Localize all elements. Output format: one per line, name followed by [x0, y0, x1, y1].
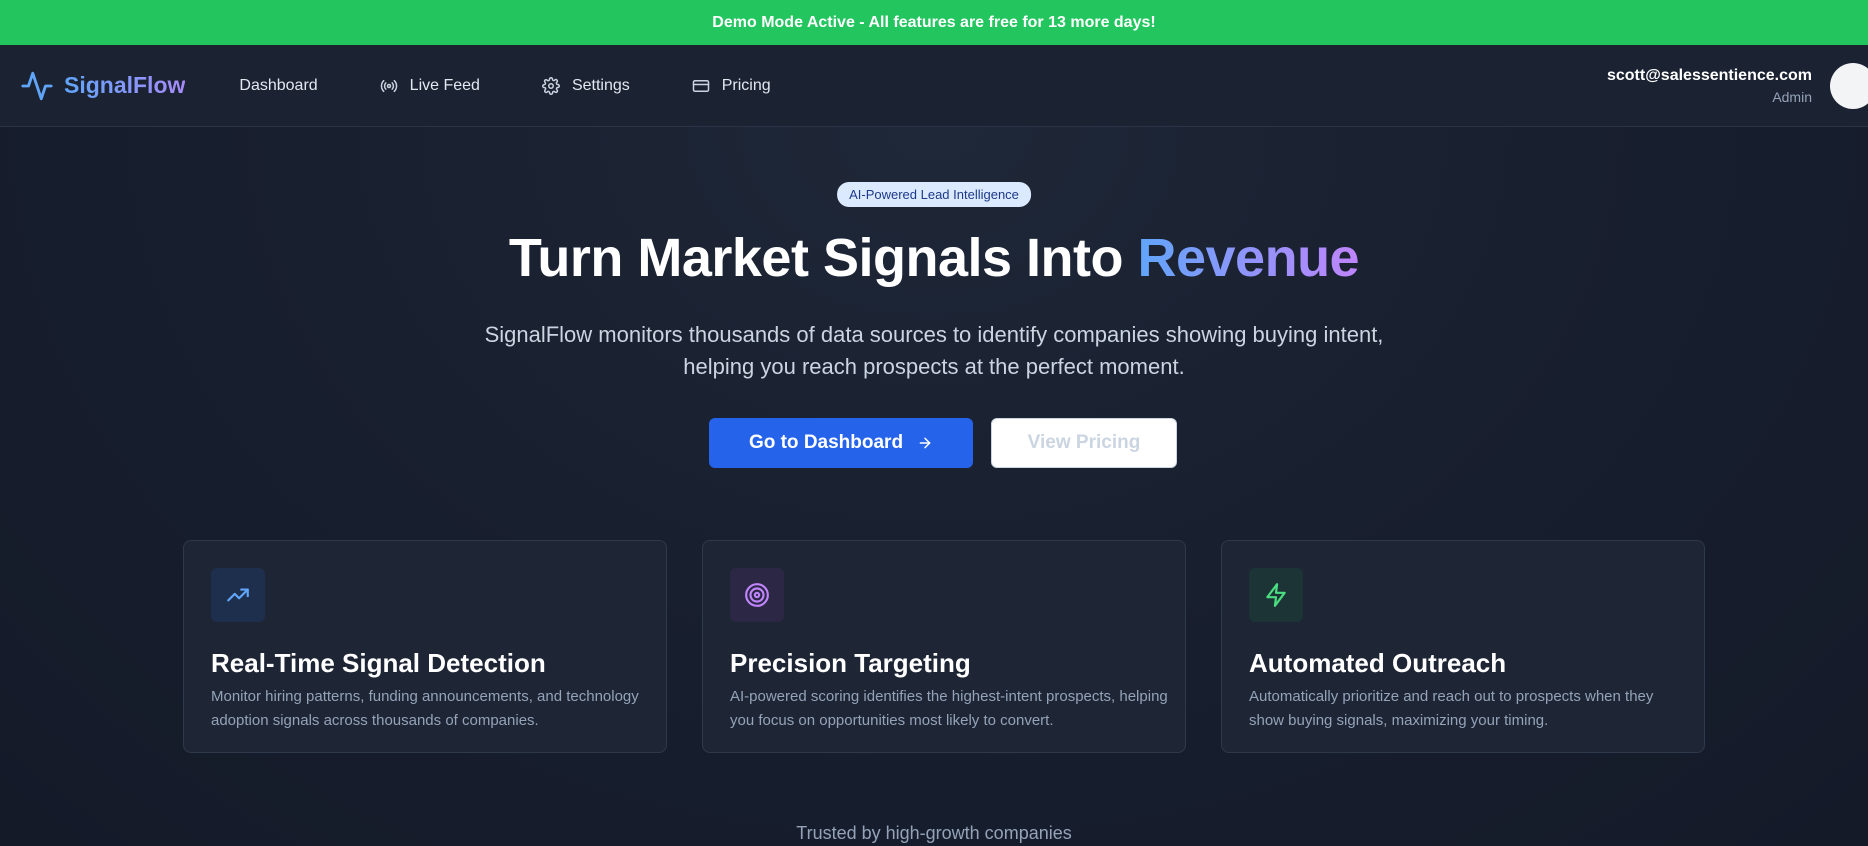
nav-item-live-feed[interactable]: Live Feed [380, 77, 480, 95]
trending-up-icon [227, 588, 249, 602]
demo-banner-text: Demo Mode Active - All features are free… [712, 13, 1156, 31]
nav-links: Dashboard Live Feed Settings Pricing [239, 77, 832, 95]
nav-item-settings[interactable]: Settings [542, 77, 630, 95]
feature-title: Precision Targeting [730, 648, 971, 678]
nav-settings-label: Settings [571, 76, 630, 94]
feature-description: Monitor hiring patterns, funding announc… [211, 688, 639, 729]
feature-description: AI-powered scoring identifies the highes… [730, 688, 1168, 729]
hero-title-main: Turn Market Signals Into [508, 228, 1138, 288]
ai-badge: AI-Powered Lead Intelligence [837, 182, 1031, 207]
user-role: Admin [1772, 89, 1812, 105]
avatar[interactable] [1830, 63, 1868, 109]
trusted-by-text: Trusted by high-growth companies [796, 823, 1072, 843]
nav-item-dashboard[interactable]: Dashboard [239, 77, 317, 95]
lightning-icon [1266, 583, 1286, 607]
credit-card-icon [692, 79, 709, 92]
feature-icon-box [211, 568, 265, 622]
brand-name: SignalFlow [64, 72, 186, 98]
feature-icon-box [730, 568, 784, 622]
target-icon [745, 583, 769, 607]
hero-title-accent: Revenue [1137, 228, 1360, 288]
feature-title: Automated Outreach [1249, 648, 1507, 678]
gear-icon [542, 76, 560, 95]
nav-dashboard-label: Dashboard [239, 76, 318, 94]
nav-pricing-label: Pricing [721, 76, 771, 94]
user-area: scott@salessentience.com Admin [1607, 45, 1868, 127]
hero-section: AI-Powered Lead Intelligence Turn Market… [0, 127, 1868, 846]
top-navigation: SignalFlow Dashboard Live Feed Settings [0, 45, 1868, 127]
arrow-right-icon [919, 437, 931, 449]
hero-title: Turn Market Signals Into Revenue [0, 227, 1868, 289]
feature-title: Real-Time Signal Detection [211, 648, 546, 678]
feature-icon-box [1249, 568, 1303, 622]
broadcast-icon [380, 79, 397, 92]
view-pricing-button[interactable]: View Pricing [991, 418, 1177, 468]
feature-card-automated-outreach: Automated Outreach Automatically priorit… [1221, 540, 1705, 753]
hero-subtitle: SignalFlow monitors thousands of data so… [484, 322, 1384, 379]
pulse-icon [21, 71, 53, 100]
feature-card-precision-targeting: Precision Targeting AI-powered scoring i… [702, 540, 1186, 753]
nav-live-feed-label: Live Feed [409, 76, 480, 94]
nav-item-pricing[interactable]: Pricing [692, 77, 771, 95]
user-email: scott@salessentience.com [1606, 67, 1812, 84]
go-to-dashboard-button[interactable]: Go to Dashboard [709, 418, 973, 468]
feature-card-signal-detection: Real-Time Signal Detection Monitor hirin… [183, 540, 667, 753]
brand-logo[interactable]: SignalFlow [20, 69, 185, 103]
demo-mode-banner: Demo Mode Active - All features are free… [0, 0, 1868, 45]
go-to-dashboard-label: Go to Dashboard [748, 432, 904, 453]
user-info: scott@salessentience.com Admin [1607, 67, 1812, 105]
feature-description: Automatically prioritize and reach out t… [1249, 688, 1654, 729]
